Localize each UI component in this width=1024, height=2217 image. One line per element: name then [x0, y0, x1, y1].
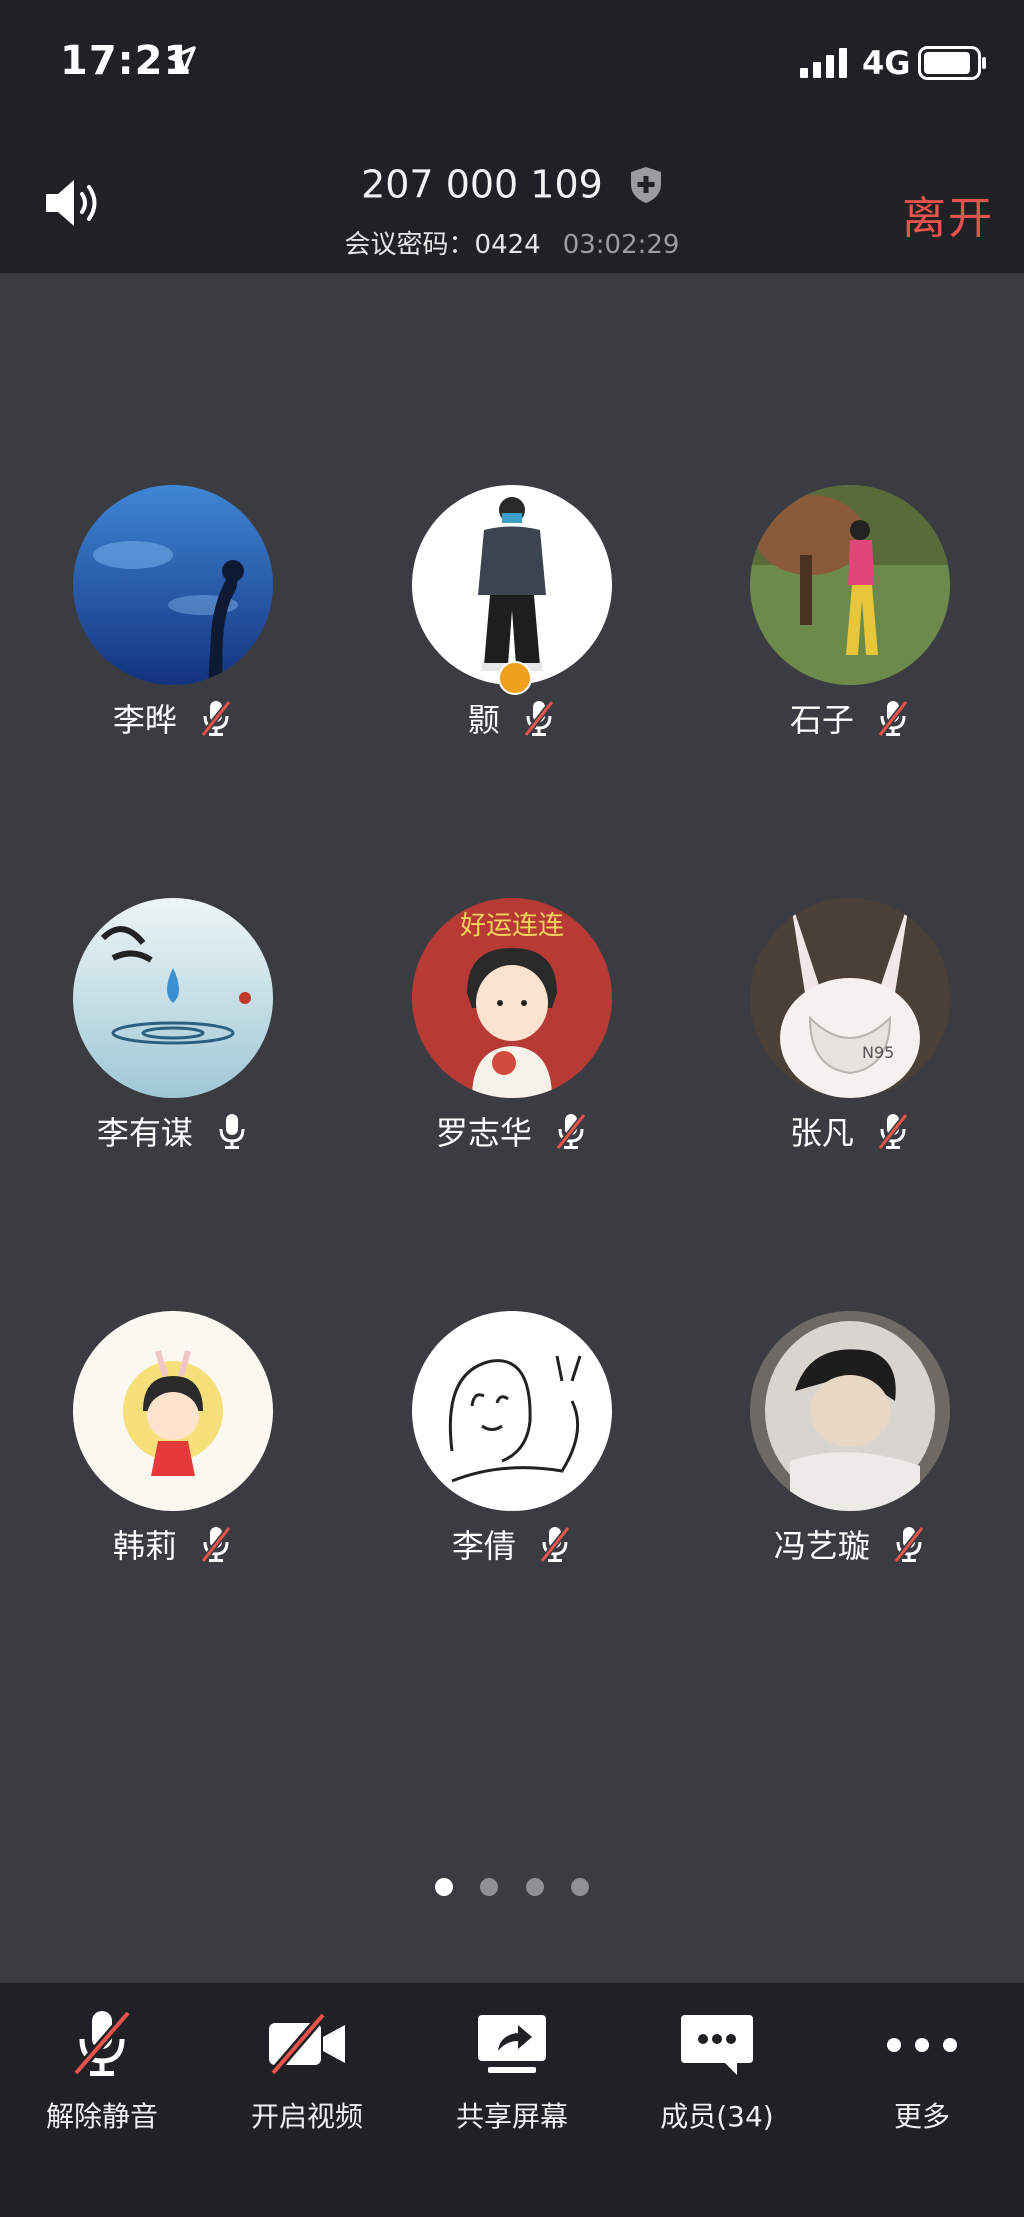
- participant-tile[interactable]: 石子: [680, 485, 1020, 745]
- elapsed-time: 03:02:29: [562, 230, 680, 260]
- mic-muted-icon: [877, 1113, 909, 1150]
- mic-muted-icon: [539, 1526, 571, 1563]
- share-screen-icon: [478, 2015, 546, 2073]
- page-dot[interactable]: [435, 1878, 454, 1896]
- leave-button[interactable]: 离开: [902, 182, 994, 246]
- password-value: 0424: [474, 230, 541, 260]
- participant-name-row: 冯艺璇: [680, 1521, 1020, 1567]
- toolbar-label: 解除静音: [45, 2100, 158, 2133]
- participant-name: 冯艺璇: [773, 1527, 870, 1565]
- page-dot[interactable]: [570, 1878, 589, 1896]
- avatar: [412, 1311, 612, 1511]
- participant-name: 韩莉: [112, 1527, 177, 1565]
- mic-off-icon: [72, 2010, 132, 2076]
- page-dot[interactable]: [525, 1878, 544, 1896]
- mic-muted-icon: [555, 1113, 587, 1150]
- shield-icon: [630, 166, 661, 203]
- svg-text:N95: N95: [862, 1043, 894, 1062]
- avatar: [412, 485, 612, 685]
- participant-name-row: 李晔: [3, 695, 343, 741]
- meeting-info: 会议密码：0424 03:02:29: [0, 224, 1024, 261]
- meeting-header: 207 000 109 会议密码：0424 03:02:29 离开: [0, 130, 1024, 273]
- meeting-id[interactable]: 207 000 109: [0, 160, 1024, 207]
- mic-muted-icon: [877, 700, 909, 737]
- participant-name-row: 韩莉: [3, 1521, 343, 1567]
- mic-on-icon: [219, 1114, 245, 1149]
- location-arrow-icon: [168, 46, 196, 74]
- toolbar-label: 共享屏幕: [455, 2100, 568, 2133]
- members-button[interactable]: 成员(34): [615, 1983, 819, 2217]
- meeting-id-text: 207 000 109: [361, 162, 603, 207]
- toolbar-label: 开启视频: [250, 2100, 363, 2133]
- participant-name: 李有谋: [96, 1114, 193, 1152]
- avatar: [73, 1311, 273, 1511]
- page-dot[interactable]: [480, 1878, 499, 1896]
- host-badge-icon: [498, 661, 532, 695]
- participant-name: 李倩: [451, 1527, 516, 1565]
- mic-muted-icon: [200, 700, 232, 737]
- mic-muted-icon: [200, 1526, 232, 1563]
- participant-name-row: 李有谋: [3, 1108, 343, 1154]
- toolbar-label: 更多: [893, 2100, 950, 2133]
- participant-name-row: 罗志华: [342, 1108, 682, 1154]
- page-indicator[interactable]: [0, 1878, 1024, 1900]
- participant-name-row: 颢: [342, 695, 682, 741]
- participant-tile[interactable]: 冯艺璇: [680, 1311, 1020, 1571]
- more-button[interactable]: 更多: [820, 1983, 1024, 2217]
- status-bar: 17:21 4G: [0, 0, 1024, 130]
- participant-name-row: 石子: [680, 695, 1020, 741]
- participant-tile[interactable]: 李晔: [3, 485, 343, 745]
- participant-tile[interactable]: 颢: [342, 485, 682, 745]
- participant-name-row: 李倩: [342, 1521, 682, 1567]
- avatar: [73, 485, 273, 685]
- avatar: [750, 1311, 950, 1511]
- participant-name: 石子: [789, 701, 854, 739]
- network-type: 4G: [862, 44, 911, 82]
- participant-name: 李晔: [112, 701, 177, 739]
- participant-tile[interactable]: 好运连连 罗志华: [342, 898, 682, 1158]
- participant-tile[interactable]: N95 张凡: [680, 898, 1020, 1158]
- signal-icon: [800, 48, 847, 78]
- password-label: 会议密码：: [344, 230, 475, 260]
- more-icon: [887, 2038, 957, 2052]
- start-video-button[interactable]: 开启视频: [205, 1983, 409, 2217]
- participant-tile[interactable]: 李有谋: [3, 898, 343, 1158]
- participant-grid: 李晔 颢 石子 李有谋 好运连连 罗志华 N95 张凡 韩莉 李倩 冯艺璇: [0, 273, 1024, 1983]
- mic-muted-icon: [893, 1526, 925, 1563]
- toolbar-label: 成员(34): [660, 2100, 774, 2133]
- participant-name: 罗志华: [435, 1114, 532, 1152]
- avatar: [750, 485, 950, 685]
- avatar: [73, 898, 273, 1098]
- participant-name: 颢: [467, 701, 500, 739]
- avatar: 好运连连: [412, 898, 612, 1098]
- meeting-toolbar: 解除静音 开启视频 共享屏幕 成员(34) 更多: [0, 1983, 1024, 2217]
- members-chat-icon: [681, 2015, 753, 2075]
- video-off-icon: [269, 2012, 345, 2076]
- participant-tile[interactable]: 李倩: [342, 1311, 682, 1571]
- share-screen-button[interactable]: 共享屏幕: [410, 1983, 614, 2217]
- participant-tile[interactable]: 韩莉: [3, 1311, 343, 1571]
- mic-muted-icon: [523, 700, 555, 737]
- participant-name: 张凡: [789, 1114, 854, 1152]
- avatar: N95: [750, 898, 950, 1098]
- battery-icon: [918, 46, 986, 80]
- participant-name-row: 张凡: [680, 1108, 1020, 1154]
- avatar-caption: 好运连连: [460, 911, 564, 941]
- unmute-button[interactable]: 解除静音: [0, 1983, 204, 2217]
